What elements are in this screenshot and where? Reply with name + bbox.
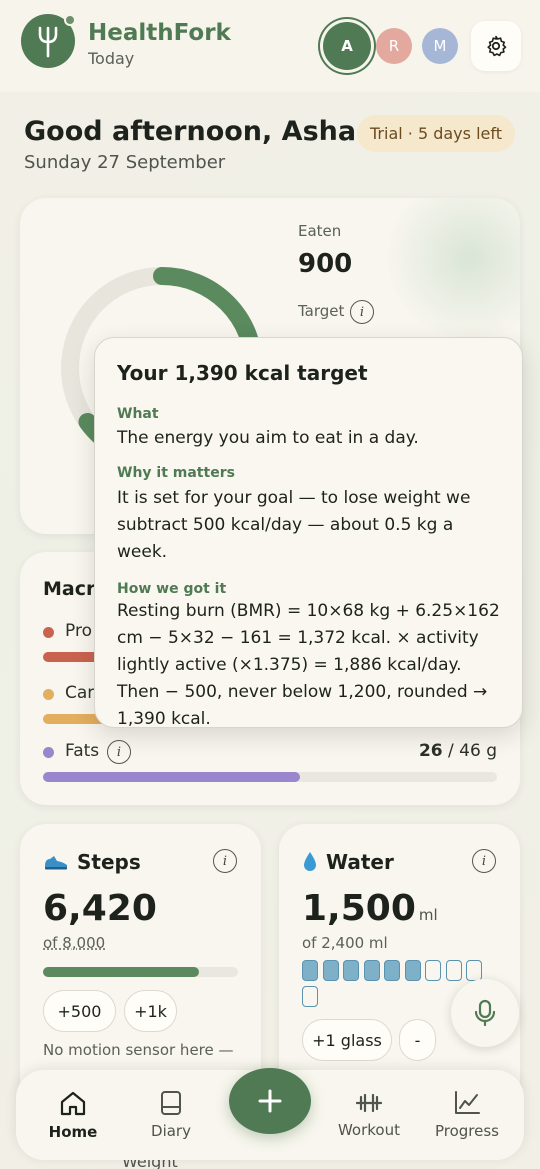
target-label: Target	[298, 302, 345, 320]
fats-label: Fats	[65, 741, 100, 761]
calorie-target-popover: Your 1,390 kcal target What The energy y…	[94, 337, 523, 729]
fats-target: / 46 g	[448, 741, 497, 761]
nav-workout-label: Workout	[337, 1121, 400, 1139]
fats-dot	[43, 747, 54, 758]
popover-title: Your 1,390 kcal target	[117, 361, 368, 385]
water-header: Water	[302, 850, 394, 874]
top-bar: HealthFork Today A R M	[0, 0, 540, 92]
sneaker-icon	[45, 856, 67, 870]
popover-why-heading: Why it matters	[117, 465, 235, 481]
steps-hint: No motion sensor here —	[43, 1041, 234, 1059]
fats-track	[43, 772, 497, 782]
card-glow	[380, 198, 520, 338]
avatar-a[interactable]: A	[323, 22, 371, 70]
book-icon	[161, 1091, 181, 1115]
water-title: Water	[326, 850, 394, 874]
fats-eaten: 26	[418, 741, 443, 761]
nav-home-label: Home	[48, 1123, 98, 1141]
water-goal: of 2,400 ml	[302, 934, 388, 952]
app-name: HealthFork	[88, 20, 231, 46]
nav-progress-label: Progress	[434, 1122, 499, 1140]
water-glass[interactable]	[445, 960, 462, 981]
add-500-steps-button[interactable]: +500	[43, 990, 116, 1032]
greeting-title: Good afternoon, Asha	[24, 116, 357, 147]
protein-label: Pro	[65, 621, 92, 641]
steps-header: Steps	[43, 850, 141, 874]
popover-why-text: It is set for your goal — to lose weight…	[117, 488, 471, 562]
app-subtitle: Today	[88, 49, 135, 68]
steps-track	[43, 967, 238, 977]
nav-progress[interactable]: Progress	[422, 1070, 512, 1160]
water-glass[interactable]	[302, 986, 318, 1007]
avatar-r[interactable]: R	[376, 28, 412, 64]
fats-fill	[43, 772, 300, 782]
water-value: 1,500	[302, 888, 416, 929]
water-drop-icon	[304, 852, 316, 871]
target-info-icon[interactable]: i	[350, 300, 374, 324]
water-glass[interactable]	[302, 960, 318, 981]
water-info-icon[interactable]: i	[472, 849, 496, 873]
macros-title: Macr	[43, 578, 96, 600]
water-value-row: 1,500 ml	[302, 888, 438, 929]
eaten-value: 900	[298, 249, 353, 279]
gear-icon	[487, 35, 507, 57]
water-unit: ml	[418, 906, 438, 924]
nav-diary[interactable]: Diary	[126, 1070, 216, 1160]
steps-fill	[43, 967, 199, 977]
eaten-label: Eaten	[298, 222, 342, 240]
avatar-m[interactable]: M	[422, 28, 458, 64]
water-glass[interactable]	[466, 960, 482, 981]
water-glass[interactable]	[404, 960, 421, 981]
water-glass[interactable]	[343, 960, 359, 981]
nav-workout[interactable]: Workout	[324, 1070, 414, 1160]
carbs-dot	[43, 689, 54, 700]
protein-dot	[43, 627, 54, 638]
voice-input-button[interactable]	[451, 979, 519, 1047]
fats-value: 26 / 46 g	[419, 741, 497, 761]
add-glass-button[interactable]: +1 glass	[302, 1019, 392, 1061]
settings-button[interactable]	[471, 21, 521, 71]
popover-what-text: The energy you aim to eat in a day.	[117, 428, 419, 448]
logo-badge-dot	[64, 14, 76, 26]
nav-diary-label: Diary	[151, 1122, 191, 1140]
trial-badge[interactable]: Trial · 5 days left	[357, 115, 515, 152]
carbs-label: Car	[65, 683, 95, 703]
home-icon	[60, 1091, 86, 1116]
add-entry-button[interactable]	[229, 1068, 311, 1134]
steps-info-icon[interactable]: i	[213, 849, 237, 873]
dumbbell-icon	[355, 1093, 383, 1113]
popover-what-heading: What	[117, 406, 159, 422]
steps-goal[interactable]: of 8,000	[43, 934, 105, 952]
microphone-icon	[474, 999, 496, 1027]
water-glass[interactable]	[363, 960, 380, 981]
add-1k-steps-button[interactable]: +1k	[124, 990, 177, 1032]
fork-icon	[38, 26, 58, 58]
popover-how-text: Resting burn (BMR) = 10×68 kg + 6.25×162…	[117, 601, 500, 729]
fats-info-icon[interactable]: i	[107, 740, 131, 764]
steps-title: Steps	[77, 850, 141, 874]
nav-home[interactable]: Home	[28, 1070, 118, 1160]
steps-value: 6,420	[43, 888, 157, 929]
chart-icon	[455, 1091, 480, 1114]
popover-how-heading: How we got it	[117, 581, 227, 597]
plus-icon	[258, 1089, 282, 1113]
water-glass[interactable]	[425, 960, 441, 981]
water-glass[interactable]	[322, 960, 339, 981]
greeting-date: Sunday 27 September	[24, 152, 226, 173]
remove-glass-button[interactable]: -	[399, 1019, 436, 1061]
water-glass[interactable]	[384, 960, 400, 981]
